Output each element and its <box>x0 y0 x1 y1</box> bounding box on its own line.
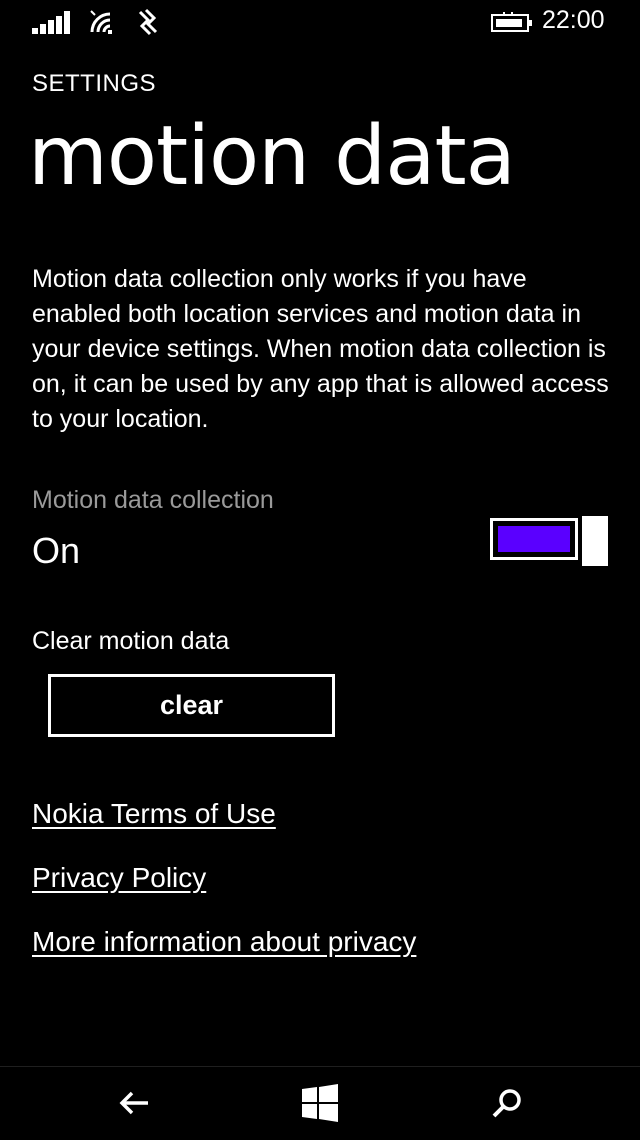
motion-collection-toggle[interactable] <box>490 516 610 566</box>
motion-collection-label: Motion data collection <box>32 486 274 514</box>
sync-icon <box>138 8 158 36</box>
search-icon <box>492 1089 521 1118</box>
wifi-icon <box>90 10 112 34</box>
toggle-thumb[interactable] <box>582 516 608 566</box>
motion-collection-status: On <box>32 530 81 571</box>
back-arrow-icon <box>119 1091 148 1115</box>
privacy-policy-link[interactable]: Privacy Policy <box>32 862 206 894</box>
status-bar: 22:00 <box>0 0 640 48</box>
clear-motion-data-label: Clear motion data <box>32 627 230 655</box>
terms-of-use-link[interactable]: Nokia Terms of Use <box>32 798 276 830</box>
start-button[interactable] <box>298 1083 342 1123</box>
clear-button[interactable]: clear <box>48 674 335 737</box>
clock: 22:00 <box>542 6 605 34</box>
toggle-fill <box>498 526 570 552</box>
page-title: motion data <box>28 109 516 204</box>
description-text: Motion data collection only works if you… <box>32 265 609 433</box>
section-title: SETTINGS <box>32 70 157 97</box>
toggle-track <box>490 518 578 560</box>
navigation-bar <box>0 1066 640 1140</box>
more-privacy-info-link[interactable]: More information about privacy <box>32 926 416 958</box>
search-button[interactable] <box>486 1083 530 1123</box>
signal-icon <box>32 11 70 34</box>
back-button[interactable] <box>114 1083 158 1123</box>
battery-charging-icon <box>491 12 532 32</box>
windows-start-icon <box>302 1084 338 1122</box>
